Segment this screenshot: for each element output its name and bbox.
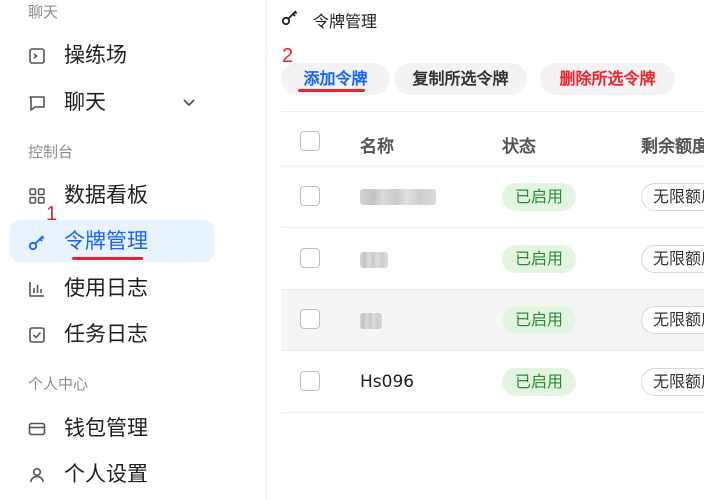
status-badge: 已启用 bbox=[502, 183, 576, 211]
row-checkbox[interactable] bbox=[300, 248, 320, 268]
sidebar-item-playground[interactable]: 操练场 bbox=[10, 34, 214, 76]
sidebar-item-token-management[interactable]: 令牌管理 bbox=[10, 220, 214, 262]
table-row[interactable]: 已启用 无限额度 bbox=[281, 167, 704, 228]
token-name-redacted bbox=[360, 252, 388, 268]
sidebar-item-wallet[interactable]: 钱包管理 bbox=[10, 407, 214, 449]
quota-badge: 无限额度 bbox=[641, 306, 704, 334]
quota-badge: 无限额度 bbox=[641, 245, 704, 273]
token-name-redacted bbox=[360, 189, 436, 205]
page-title: 令牌管理 bbox=[313, 12, 378, 31]
sidebar: 聊天 操练场 聊天 控制台 数据看板 令牌管理 使用日志 任务日志 个人中心 钱… bbox=[0, 0, 267, 500]
sidebar-item-chat[interactable]: 聊天 bbox=[10, 81, 214, 123]
token-name: Hs096 bbox=[360, 372, 415, 392]
sidebar-item-usage-log[interactable]: 使用日志 bbox=[10, 267, 214, 309]
sidebar-item-label: 令牌管理 bbox=[64, 229, 148, 253]
row-checkbox[interactable] bbox=[300, 186, 320, 206]
chevron-down-icon[interactable] bbox=[180, 93, 198, 111]
sidebar-item-label: 任务日志 bbox=[64, 322, 148, 346]
annotation-underline-token-management bbox=[72, 257, 143, 260]
checkbox-icon bbox=[27, 325, 47, 345]
column-header-name: 名称 bbox=[360, 137, 394, 157]
chat-icon bbox=[27, 93, 47, 113]
row-checkbox[interactable] bbox=[300, 371, 320, 391]
sidebar-item-label: 使用日志 bbox=[64, 276, 148, 300]
delete-selected-tokens-button[interactable]: 删除所选令牌 bbox=[540, 63, 675, 95]
token-table: 名称 状态 剩余额度 已启用 无限额度 已启用 无限额度 已启用 无限额度 bbox=[281, 111, 704, 413]
page-header: 令牌管理 bbox=[268, 0, 704, 38]
status-badge: 已启用 bbox=[502, 245, 576, 273]
select-all-checkbox[interactable] bbox=[300, 131, 320, 151]
quota-badge: 无限额度 bbox=[641, 183, 704, 211]
sidebar-item-label: 钱包管理 bbox=[64, 416, 148, 440]
status-badge: 已启用 bbox=[502, 368, 576, 396]
column-header-status: 状态 bbox=[502, 137, 536, 157]
section-label-personal-center: 个人中心 bbox=[28, 375, 89, 393]
user-icon bbox=[27, 465, 47, 485]
sidebar-item-label: 数据看板 bbox=[64, 183, 148, 207]
main-content: 令牌管理 添加令牌 复制所选令牌 删除所选令牌 名称 状态 剩余额度 已启用 无… bbox=[268, 0, 704, 500]
section-label-console: 控制台 bbox=[28, 143, 74, 161]
row-checkbox[interactable] bbox=[300, 309, 320, 329]
terminal-icon bbox=[27, 46, 47, 66]
dashboard-icon bbox=[27, 186, 47, 206]
key-icon bbox=[280, 7, 300, 27]
column-header-remaining-quota: 剩余额度 bbox=[641, 137, 704, 157]
sidebar-item-personal-settings[interactable]: 个人设置 bbox=[10, 453, 214, 495]
bar-chart-icon bbox=[27, 279, 47, 299]
sidebar-item-label: 个人设置 bbox=[64, 462, 148, 486]
sidebar-item-task-log[interactable]: 任务日志 bbox=[10, 313, 214, 355]
table-header-row: 名称 状态 剩余额度 bbox=[281, 112, 704, 167]
annotation-step-2: 2 bbox=[282, 45, 294, 67]
token-name-redacted bbox=[360, 313, 382, 329]
status-badge: 已启用 bbox=[502, 306, 576, 334]
table-row[interactable]: Hs096 已启用 无限额度 bbox=[281, 351, 704, 413]
annotation-step-1: 1 bbox=[46, 203, 58, 225]
annotation-underline-add-token bbox=[298, 89, 365, 92]
sidebar-item-label: 操练场 bbox=[64, 43, 127, 67]
wallet-icon bbox=[27, 419, 47, 439]
section-label-chat: 聊天 bbox=[28, 3, 59, 21]
sidebar-item-label: 聊天 bbox=[64, 90, 106, 114]
sidebar-item-dashboard[interactable]: 数据看板 bbox=[10, 174, 214, 216]
table-row[interactable]: 已启用 无限额度 bbox=[281, 228, 704, 290]
copy-selected-tokens-button[interactable]: 复制所选令牌 bbox=[394, 63, 527, 95]
key-icon bbox=[27, 232, 47, 252]
quota-badge: 无限额度 bbox=[641, 368, 704, 396]
table-row[interactable]: 已启用 无限额度 bbox=[281, 290, 704, 351]
